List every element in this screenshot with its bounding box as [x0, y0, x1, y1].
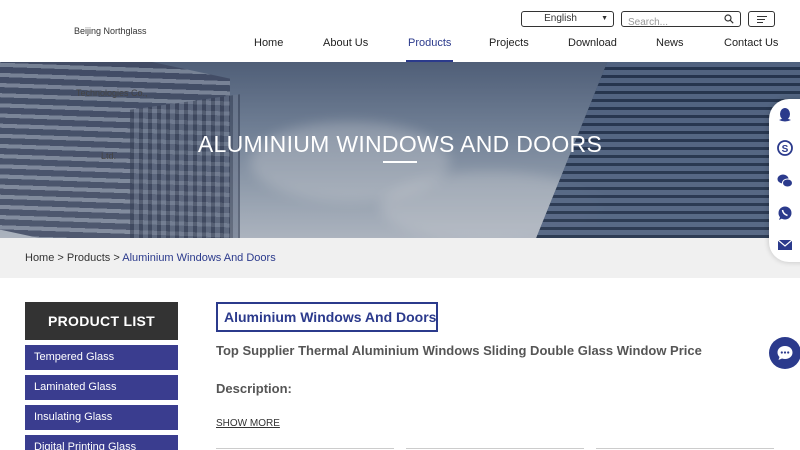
category-title: Aluminium Windows And Doors	[216, 302, 438, 332]
floating-contact-bar: S	[769, 99, 800, 262]
breadcrumb: Home > Products > Aluminium Windows And …	[0, 238, 800, 278]
language-select[interactable]: English ▼	[521, 11, 614, 27]
product-card-divider	[596, 448, 774, 449]
language-value: English	[544, 13, 577, 24]
breadcrumb-products[interactable]: Products	[67, 252, 110, 264]
breadcrumb-home[interactable]: Home	[25, 252, 54, 264]
whatsapp-icon[interactable]	[777, 205, 793, 221]
nav-news[interactable]: News	[656, 37, 684, 62]
search-input[interactable]	[622, 15, 717, 30]
wechat-icon[interactable]	[777, 173, 793, 189]
dropdown-arrow-icon: ▼	[601, 15, 608, 22]
description-label: Description:	[216, 381, 292, 396]
breadcrumb-current[interactable]: Aluminium Windows And Doors	[122, 252, 275, 264]
chat-button[interactable]	[769, 337, 800, 369]
menu-icon-line	[757, 19, 765, 20]
search-box[interactable]	[621, 11, 741, 30]
breadcrumb-separator: >	[110, 252, 123, 264]
nav-download[interactable]: Download	[568, 37, 617, 62]
show-more-link[interactable]: SHOW MORE	[216, 418, 280, 429]
nav-about-us[interactable]: About Us	[323, 37, 368, 62]
search-icon[interactable]	[724, 14, 734, 24]
banner-title: ALUMINIUM WINDOWS AND DOORS	[197, 131, 603, 157]
svg-text:S: S	[782, 144, 789, 155]
sidebar-item-insulating-glass[interactable]: Insulating Glass	[25, 405, 178, 430]
chat-bubble-icon	[777, 346, 793, 360]
logo-text[interactable]: Beijing Northglass	[74, 26, 147, 37]
sidebar-item-tempered-glass[interactable]: Tempered Glass	[25, 345, 178, 370]
logo-text-overflow: Technologies Co.,	[76, 88, 148, 98]
logo-text-overflow: Ltd.	[101, 151, 117, 161]
nav-projects[interactable]: Projects	[489, 37, 529, 62]
skype-icon[interactable]: S	[777, 140, 793, 156]
menu-icon-line	[757, 22, 763, 23]
banner-underline	[383, 161, 417, 163]
nav-contact-us[interactable]: Contact Us	[724, 37, 778, 62]
product-card-divider	[216, 448, 394, 449]
sidebar-item-laminated-glass[interactable]: Laminated Glass	[25, 375, 178, 400]
nav-home[interactable]: Home	[254, 37, 283, 62]
menu-icon-line	[757, 16, 767, 17]
site-header: Beijing Northglass English ▼ Home About …	[0, 0, 800, 62]
email-icon[interactable]	[777, 237, 793, 253]
product-list-heading: PRODUCT LIST	[25, 302, 178, 340]
qq-icon[interactable]	[777, 107, 793, 123]
sidebar-item-digital-printing-glass[interactable]: Digital Printing Glass	[25, 435, 178, 450]
breadcrumb-separator: >	[54, 252, 67, 264]
nav-products[interactable]: Products	[405, 37, 454, 62]
breadcrumb-trail: Home > Products > Aluminium Windows And …	[25, 252, 276, 264]
product-title[interactable]: Top Supplier Thermal Aluminium Windows S…	[216, 343, 702, 358]
menu-button[interactable]	[748, 11, 775, 27]
product-card-divider	[406, 448, 584, 449]
